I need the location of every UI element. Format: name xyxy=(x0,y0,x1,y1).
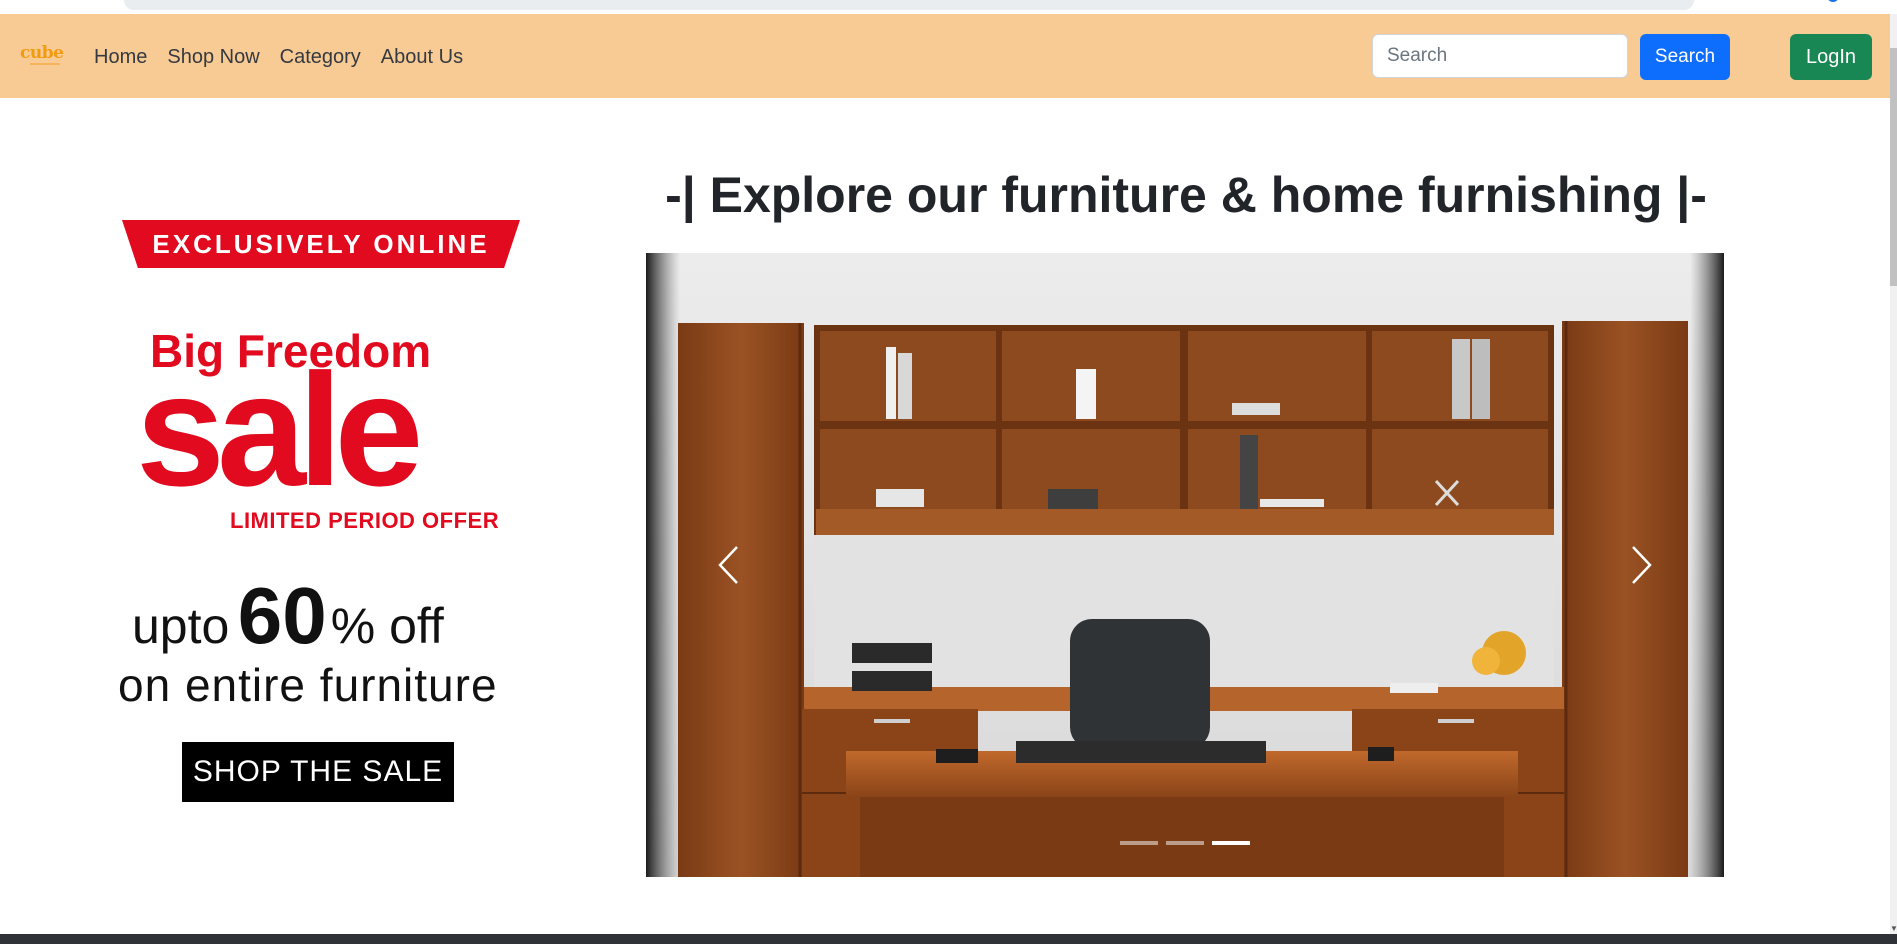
sale-banner[interactable]: EXCLUSIVELY ONLINE Big Freedom sale LIMI… xyxy=(100,210,540,810)
discount-line: upto 60% off xyxy=(132,570,444,662)
navbar: cube Home Shop Now Category About Us Sea… xyxy=(0,14,1890,98)
exclusively-online-ribbon: EXCLUSIVELY ONLINE xyxy=(122,220,520,268)
taskbar-edge xyxy=(0,934,1897,944)
nav-link-home[interactable]: Home xyxy=(94,44,147,70)
entire-furniture-text: on entire furniture xyxy=(118,659,498,711)
nav-link-shop-now[interactable]: Shop Now xyxy=(167,44,259,70)
chevron-right-icon xyxy=(1632,546,1652,584)
search-input[interactable] xyxy=(1372,34,1628,78)
carousel-next-button[interactable] xyxy=(1612,515,1672,615)
nav-links: Home Shop Now Category About Us xyxy=(94,44,463,70)
browser-profile-icon[interactable] xyxy=(1827,0,1839,2)
carousel-indicator-1[interactable] xyxy=(1120,841,1158,845)
nav-link-category[interactable]: Category xyxy=(280,44,361,70)
search-button[interactable]: Search xyxy=(1640,34,1730,80)
furniture-carousel xyxy=(646,253,1724,877)
logo-text: cube xyxy=(20,43,64,63)
shop-the-sale-button[interactable]: SHOP THE SALE xyxy=(182,742,454,802)
chevron-left-icon xyxy=(718,546,738,584)
page-title: -| Explore our furniture & home furnishi… xyxy=(665,167,1707,223)
scrollbar-thumb[interactable] xyxy=(1890,48,1897,286)
upto-text: upto xyxy=(132,598,230,654)
browser-chrome xyxy=(0,0,1897,14)
scroll-down-icon[interactable]: ▼ xyxy=(1890,924,1897,934)
carousel-prev-button[interactable] xyxy=(698,515,758,615)
carousel-indicators xyxy=(1120,841,1250,845)
office-furniture-image xyxy=(646,253,1724,877)
limited-offer-text: LIMITED PERIOD OFFER xyxy=(230,508,500,533)
login-button[interactable]: LogIn xyxy=(1790,34,1872,80)
carousel-indicator-2[interactable] xyxy=(1166,841,1204,845)
brand-logo[interactable]: cube xyxy=(20,44,68,70)
discount-percent: 60 xyxy=(237,571,327,660)
carousel-indicator-3[interactable] xyxy=(1212,841,1250,845)
sale-headline: sale xyxy=(136,340,423,519)
nav-link-about-us[interactable]: About Us xyxy=(381,44,463,70)
browser-address-bar[interactable] xyxy=(124,0,1694,10)
off-text: % off xyxy=(330,598,444,654)
logo-underline xyxy=(30,63,60,65)
